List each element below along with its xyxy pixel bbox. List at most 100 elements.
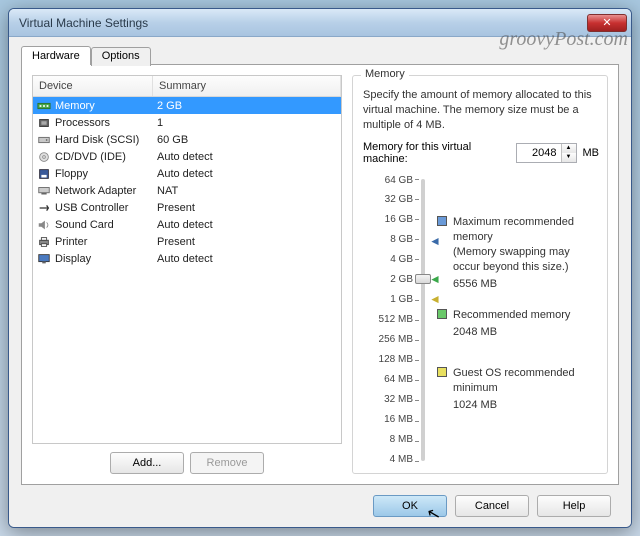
scale-label: 8 GB <box>379 234 413 245</box>
square-green-icon <box>437 309 447 319</box>
legend-max-value: 6556 MB <box>453 277 599 292</box>
window-body: Hardware Options Device Summary Memory2 … <box>9 37 631 527</box>
hdd-icon <box>36 133 52 147</box>
device-row[interactable]: FloppyAuto detect <box>33 165 341 182</box>
cd-icon <box>36 150 52 164</box>
col-device[interactable]: Device <box>33 76 153 96</box>
scale-label: 64 GB <box>379 175 413 186</box>
device-name: USB Controller <box>55 202 153 214</box>
device-summary: Auto detect <box>153 253 341 265</box>
device-list: Device Summary Memory2 GBProcessors1Hard… <box>32 75 342 444</box>
scale-label: 8 MB <box>379 434 413 445</box>
printer-icon <box>36 235 52 249</box>
titlebar[interactable]: Virtual Machine Settings ✕ <box>9 9 631 37</box>
hardware-right: Memory Specify the amount of memory allo… <box>352 75 608 474</box>
scale-label: 256 MB <box>379 334 413 345</box>
net-icon <box>36 184 52 198</box>
memory-group: Memory Specify the amount of memory allo… <box>352 75 608 474</box>
device-row[interactable]: Processors1 <box>33 114 341 131</box>
remove-button[interactable]: Remove <box>190 452 264 474</box>
device-name: Display <box>55 253 153 265</box>
legend-rec-label: Recommended memory <box>453 308 570 323</box>
device-summary: Present <box>153 236 341 248</box>
spin-down-icon[interactable]: ▼ <box>562 153 576 162</box>
device-name: Printer <box>55 236 153 248</box>
scale-label: 1 GB <box>379 294 413 305</box>
memory-icon <box>36 99 52 113</box>
legend-min-value: 1024 MB <box>453 398 599 413</box>
scale-label: 32 MB <box>379 394 413 405</box>
device-row[interactable]: Network AdapterNAT <box>33 182 341 199</box>
display-icon <box>36 252 52 266</box>
device-summary: Present <box>153 202 341 214</box>
sound-icon <box>36 218 52 232</box>
legend-max: Maximum recommended memory (Memory swapp… <box>437 215 599 291</box>
scale-label: 4 MB <box>379 454 413 465</box>
legend-max-sub: (Memory swapping may occur beyond this s… <box>453 245 599 275</box>
tab-options[interactable]: Options <box>91 47 151 66</box>
scale-label: 16 MB <box>379 414 413 425</box>
scale-label: 4 GB <box>379 254 413 265</box>
scale-label: 2 GB <box>379 274 413 285</box>
tab-hardware[interactable]: Hardware <box>21 46 91 65</box>
spin-up-icon[interactable]: ▲ <box>562 144 576 153</box>
list-body: Memory2 GBProcessors1Hard Disk (SCSI)60 … <box>33 97 341 267</box>
scale-label: 16 GB <box>379 214 413 225</box>
list-header: Device Summary <box>33 76 341 97</box>
device-name: Processors <box>55 117 153 129</box>
tab-panel: Device Summary Memory2 GBProcessors1Hard… <box>21 64 619 485</box>
device-row[interactable]: Hard Disk (SCSI)60 GB <box>33 131 341 148</box>
square-blue-icon <box>437 216 447 226</box>
legend-min: Guest OS recommended minimum 1024 MB <box>437 366 599 413</box>
scale-label: 128 MB <box>379 354 413 365</box>
hardware-left: Device Summary Memory2 GBProcessors1Hard… <box>32 75 342 474</box>
memory-input[interactable] <box>517 145 561 161</box>
device-summary: 2 GB <box>153 100 341 112</box>
device-row[interactable]: Sound CardAuto detect <box>33 216 341 233</box>
cancel-button[interactable]: Cancel <box>455 495 529 517</box>
memory-input-row: Memory for this virtual machine: ▲ ▼ MB <box>363 141 599 165</box>
memory-body: 64 GB 32 GB 16 GB 8 GB 4 GB 2 GB 1 GB 512 MB 256… <box>363 175 599 465</box>
device-name: Network Adapter <box>55 185 153 197</box>
device-summary: Auto detect <box>153 151 341 163</box>
memory-input-label: Memory for this virtual machine: <box>363 141 504 165</box>
memory-desc: Specify the amount of memory allocated t… <box>363 88 599 133</box>
memory-unit: MB <box>583 147 600 159</box>
device-summary: Auto detect <box>153 219 341 231</box>
device-row[interactable]: DisplayAuto detect <box>33 250 341 267</box>
slider-ticks <box>415 179 419 461</box>
settings-window: Virtual Machine Settings ✕ Hardware Opti… <box>8 8 632 528</box>
square-yellow-icon <box>437 367 447 377</box>
legend-rec: Recommended memory 2048 MB <box>437 308 570 340</box>
device-row[interactable]: Memory2 GB <box>33 97 341 114</box>
memory-spinner[interactable]: ▲ ▼ <box>516 143 577 163</box>
close-button[interactable]: ✕ <box>587 14 627 32</box>
memory-scale: 64 GB 32 GB 16 GB 8 GB 4 GB 2 GB 1 GB 512 MB 256… <box>363 175 433 465</box>
legend-min-label: Guest OS recommended minimum <box>453 366 599 396</box>
scale-label: 64 MB <box>379 374 413 385</box>
scale-labels: 64 GB 32 GB 16 GB 8 GB 4 GB 2 GB 1 GB 512 MB 256… <box>379 175 413 465</box>
device-name: Memory <box>55 100 153 112</box>
device-summary: 60 GB <box>153 134 341 146</box>
device-summary: 1 <box>153 117 341 129</box>
ok-button[interactable]: OK <box>373 495 447 517</box>
footer-buttons: OK Cancel Help <box>21 485 619 517</box>
device-row[interactable]: PrinterPresent <box>33 233 341 250</box>
device-row[interactable]: CD/DVD (IDE)Auto detect <box>33 148 341 165</box>
scale-label: 512 MB <box>379 314 413 325</box>
slider-track[interactable] <box>421 179 425 461</box>
add-button[interactable]: Add... <box>110 452 184 474</box>
col-summary[interactable]: Summary <box>153 76 341 96</box>
memory-group-label: Memory <box>361 68 409 80</box>
window-title: Virtual Machine Settings <box>19 16 587 30</box>
device-name: Floppy <box>55 168 153 180</box>
legend-rec-value: 2048 MB <box>453 325 570 340</box>
left-buttons: Add... Remove <box>32 452 342 474</box>
legend-col: Maximum recommended memory (Memory swapp… <box>437 175 599 465</box>
scale-label: 32 GB <box>379 194 413 205</box>
device-name: Hard Disk (SCSI) <box>55 134 153 146</box>
device-row[interactable]: USB ControllerPresent <box>33 199 341 216</box>
help-button[interactable]: Help <box>537 495 611 517</box>
tabstrip: Hardware Options <box>21 45 619 64</box>
device-summary: Auto detect <box>153 168 341 180</box>
